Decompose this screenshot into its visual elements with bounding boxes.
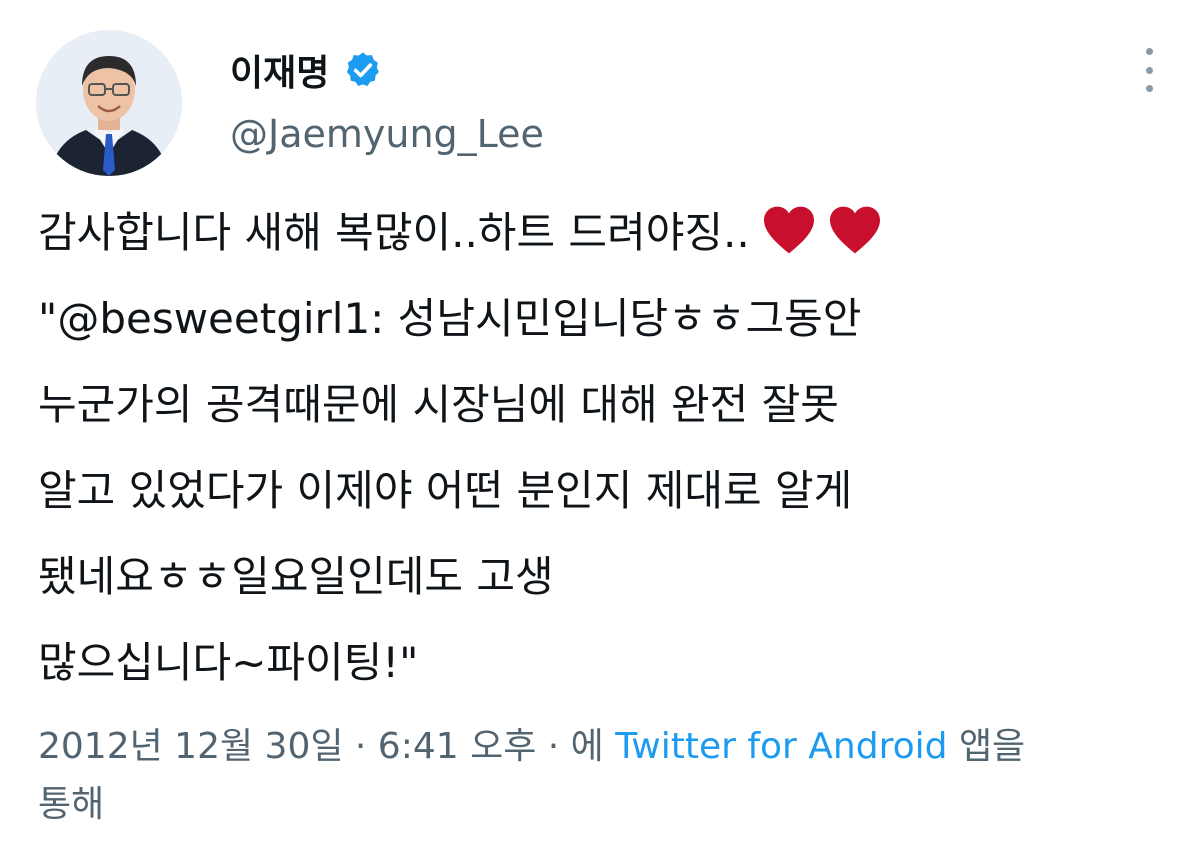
tweet-line: 누군가의 공격때문에 시장님에 대해 완전 잘못	[38, 380, 839, 429]
tweet-card: 이재명 @Jaemyung_Lee 감사합니다 새해 복많이..하트 드려야징.…	[0, 0, 1200, 860]
name-row: 이재명	[230, 42, 383, 98]
tweet-meta: 2012년 12월 30일 · 6:41 오후 · 에 Twitter for …	[38, 718, 1168, 834]
avatar[interactable]	[36, 30, 182, 176]
tweet-line: 됐네요ㅎㅎ일요일인데도 고생	[38, 552, 554, 601]
tweet-line-text: 감사합니다 새해 복많이..하트 드려야징..	[38, 208, 750, 257]
heart-icon	[828, 198, 882, 254]
display-name[interactable]: 이재명	[230, 44, 329, 96]
dot	[1145, 85, 1153, 92]
dot	[1145, 66, 1153, 74]
tweet-line: 알고 있었다가 이제야 어떤 분인지 제대로 알게	[38, 466, 853, 515]
tweet-text: 감사합니다 새해 복많이..하트 드려야징.. "@besweetgirl1: …	[38, 190, 1168, 706]
more-vertical-icon[interactable]	[1132, 48, 1166, 92]
dot	[1145, 48, 1153, 55]
meta-suffix-line: 통해	[38, 784, 105, 825]
source-link[interactable]: Twitter for Android	[615, 726, 947, 767]
heart-icon	[762, 198, 816, 254]
meta-line: 2012년 12월 30일 · 6:41 오후 · 에 Twitter for …	[38, 718, 1168, 776]
timestamp[interactable]: 2012년 12월 30일 · 6:41 오후 · 에	[38, 726, 604, 767]
tweet-line: "@besweetgirl1: 성남시민입니당ㅎㅎ그동안	[38, 294, 862, 343]
profile-photo	[36, 30, 182, 176]
verified-badge-icon	[343, 50, 383, 90]
meta-suffix: 앱을	[958, 726, 1026, 767]
tweet-line: 감사합니다 새해 복많이..하트 드려야징..	[38, 190, 1168, 276]
tweet-line: 많으십니다~파이팅!"	[38, 638, 419, 687]
user-handle[interactable]: @Jaemyung_Lee	[230, 112, 544, 156]
